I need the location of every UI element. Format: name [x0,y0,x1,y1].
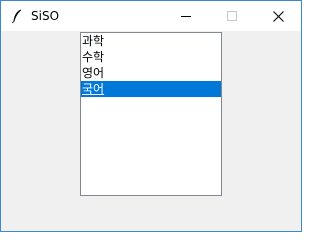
title-bar[interactable]: SiSO [1,1,301,31]
window-title: SiSO [31,9,60,23]
list-item[interactable]: 수학 [81,49,221,65]
minimize-icon [181,16,191,17]
list-item[interactable]: 영어 [81,65,221,81]
maximize-icon [227,11,237,21]
app-window: SiSO 과학 수학 영어 국어 [0,0,302,232]
minimize-button[interactable] [163,1,209,31]
subject-listbox[interactable]: 과학 수학 영어 국어 [80,32,222,196]
list-item-selected[interactable]: 국어 [81,81,221,97]
close-icon [272,10,284,22]
maximize-button[interactable] [209,1,255,31]
client-area: 과학 수학 영어 국어 [1,31,301,231]
list-item[interactable]: 과학 [81,33,221,49]
feather-icon [9,8,25,24]
close-button[interactable] [255,1,301,31]
